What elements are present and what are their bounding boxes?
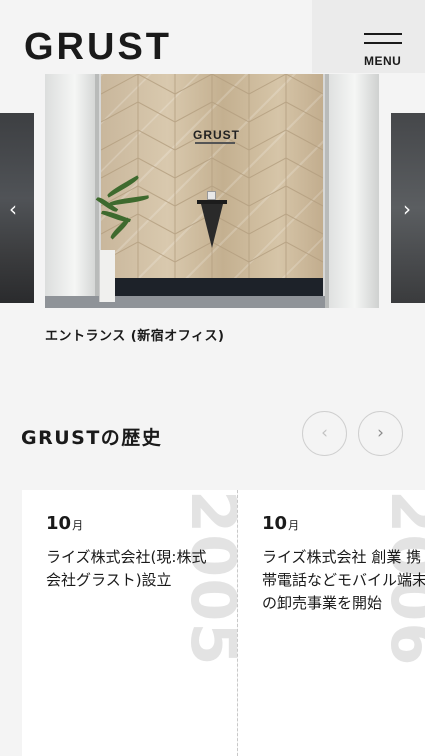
door-right (325, 74, 379, 308)
reception-shelf-support (201, 204, 223, 248)
entrance-photo: GRUST (45, 74, 379, 308)
month-number: 10 (262, 513, 288, 534)
history-month: 10月 (262, 513, 299, 534)
hamburger-line-icon (364, 42, 402, 44)
history-card: 2006 10月 ライズ株式会社 創業 携帯電話などモバイル端末の卸売事業を開始 (238, 490, 425, 756)
photo-caption: エントランス (新宿オフィス) (45, 329, 225, 344)
month-unit: 月 (72, 519, 84, 532)
page: GRUST MENU ‹ GRUST › エントランス (新宿オフィス) GRU… (0, 0, 425, 756)
history-month: 10月 (46, 513, 83, 534)
wall-sign: GRUST (193, 128, 240, 142)
menu-label: MENU (364, 54, 402, 68)
month-unit: 月 (288, 519, 300, 532)
history-card: 2005 10月 ライズ株式会社(現:株式会社グラスト)設立 (22, 490, 237, 756)
month-number: 10 (46, 513, 72, 534)
next-slide[interactable]: › (391, 113, 425, 303)
history-title: GRUSTの歴史 (21, 427, 163, 449)
previous-slide[interactable]: ‹ (0, 113, 34, 303)
history-description: ライズ株式会社(現:株式会社グラスト)設立 (46, 548, 207, 589)
wall-sign-subline (195, 142, 235, 144)
history-next-button[interactable]: › (358, 411, 403, 456)
chevron-left-icon: ‹ (321, 423, 328, 443)
chevron-right-icon: › (377, 423, 384, 443)
plant-pot (99, 250, 115, 302)
door-left (45, 74, 99, 308)
hamburger-line-icon (364, 33, 402, 35)
reception-phone (207, 191, 216, 200)
menu-button[interactable]: MENU (364, 33, 402, 69)
chevron-left-icon[interactable]: ‹ (9, 199, 17, 219)
door-frame (325, 74, 329, 308)
wall-baseboard (101, 278, 323, 296)
chevron-right-icon[interactable]: › (403, 199, 411, 219)
history-prev-button[interactable]: ‹ (302, 411, 347, 456)
history-description: ライズ株式会社 創業 携帯電話などモバイル端末の卸売事業を開始 (262, 548, 425, 612)
grust-logo[interactable]: GRUST (24, 27, 172, 67)
